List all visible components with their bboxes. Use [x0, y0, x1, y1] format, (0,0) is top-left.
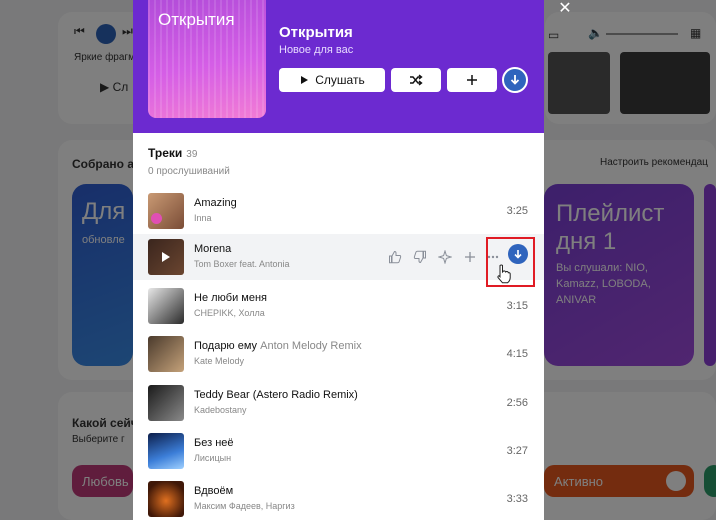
playlist-cover: Открытия: [148, 0, 266, 118]
track-row[interactable]: Не люби меня CHEPIKK, Холла 3:15: [133, 283, 544, 329]
playlist-title: Открытия: [279, 24, 353, 41]
track-artist: Inna: [194, 213, 212, 223]
track-cover: [148, 481, 184, 517]
track-artist: CHEPIKK, Холла: [194, 308, 265, 318]
track-title: Не люби меня: [194, 292, 267, 304]
track-duration: 3:15: [506, 300, 528, 312]
playlist-subtitle: Новое для вас: [279, 44, 354, 56]
track-row[interactable]: Вдвоём Максим Фадеев, Наргиз 3:33: [133, 476, 544, 520]
track-remix-label: Anton Melody Remix: [260, 340, 362, 352]
track-duration: 3:27: [506, 445, 528, 457]
track-artist: Лисицын: [194, 453, 232, 463]
playlist-header: Открытия Открытия Новое для вас Слушать: [133, 0, 544, 133]
cover-title: Открытия: [158, 10, 235, 29]
play-icon[interactable]: [148, 239, 184, 275]
track-title: Amazing: [194, 197, 237, 209]
track-row[interactable]: Подарю ему Anton Melody Remix Kate Melod…: [133, 331, 544, 377]
track-cover: [148, 433, 184, 469]
play-icon: [301, 76, 309, 84]
plus-icon: [467, 75, 477, 85]
download-icon: [510, 75, 520, 85]
close-icon[interactable]: ✕: [555, 0, 575, 17]
music-badge-icon: [151, 213, 162, 224]
like-icon[interactable]: [386, 248, 404, 266]
track-cover: [148, 193, 184, 229]
track-title: Teddy Bear (Astero Radio Remix): [194, 389, 358, 401]
add-playlist-button[interactable]: [447, 68, 497, 92]
playlist-modal: Открытия Открытия Новое для вас Слушать: [133, 0, 544, 520]
track-title: Morena: [194, 243, 232, 255]
track-cover: [148, 385, 184, 421]
dislike-icon[interactable]: [411, 248, 429, 266]
track-artist: Tom Boxer feat. Antonia: [194, 259, 290, 269]
track-artist: Kadebostany: [194, 405, 247, 415]
sparkle-icon[interactable]: [436, 248, 454, 266]
shuffle-icon: [410, 74, 423, 86]
track-title: Вдвоём: [194, 485, 234, 497]
listen-button[interactable]: Слушать: [279, 68, 385, 92]
track-row-active[interactable]: Morena Tom Boxer feat. Antonia: [133, 234, 544, 280]
track-artist: Kate Melody: [194, 356, 245, 366]
track-title: Без неё: [194, 437, 234, 449]
track-row[interactable]: Amazing Inna 3:25: [133, 188, 544, 234]
download-playlist-button[interactable]: [502, 67, 528, 93]
track-row[interactable]: Без неё Лисицын 3:27: [133, 428, 544, 474]
track-duration: 2:56: [506, 397, 528, 409]
hand-cursor-icon: [497, 264, 511, 284]
track-row[interactable]: Teddy Bear (Astero Radio Remix) Kadebost…: [133, 380, 544, 426]
track-cover: [148, 288, 184, 324]
track-artist: Максим Фадеев, Наргиз: [194, 501, 295, 511]
track-duration: 3:33: [506, 493, 528, 505]
track-duration: 4:15: [506, 348, 528, 360]
track-title: Подарю ему Anton Melody Remix: [194, 340, 362, 352]
shuffle-button[interactable]: [391, 68, 441, 92]
tracks-count: 39: [186, 149, 198, 160]
track-cover: [148, 336, 184, 372]
track-cover: [148, 239, 184, 275]
add-icon[interactable]: [461, 248, 479, 266]
listens-count: 0 прослушиваний: [148, 166, 230, 177]
listen-button-label: Слушать: [315, 73, 365, 87]
track-duration: 3:25: [506, 205, 528, 217]
tracks-heading: Треки 39: [148, 146, 198, 160]
